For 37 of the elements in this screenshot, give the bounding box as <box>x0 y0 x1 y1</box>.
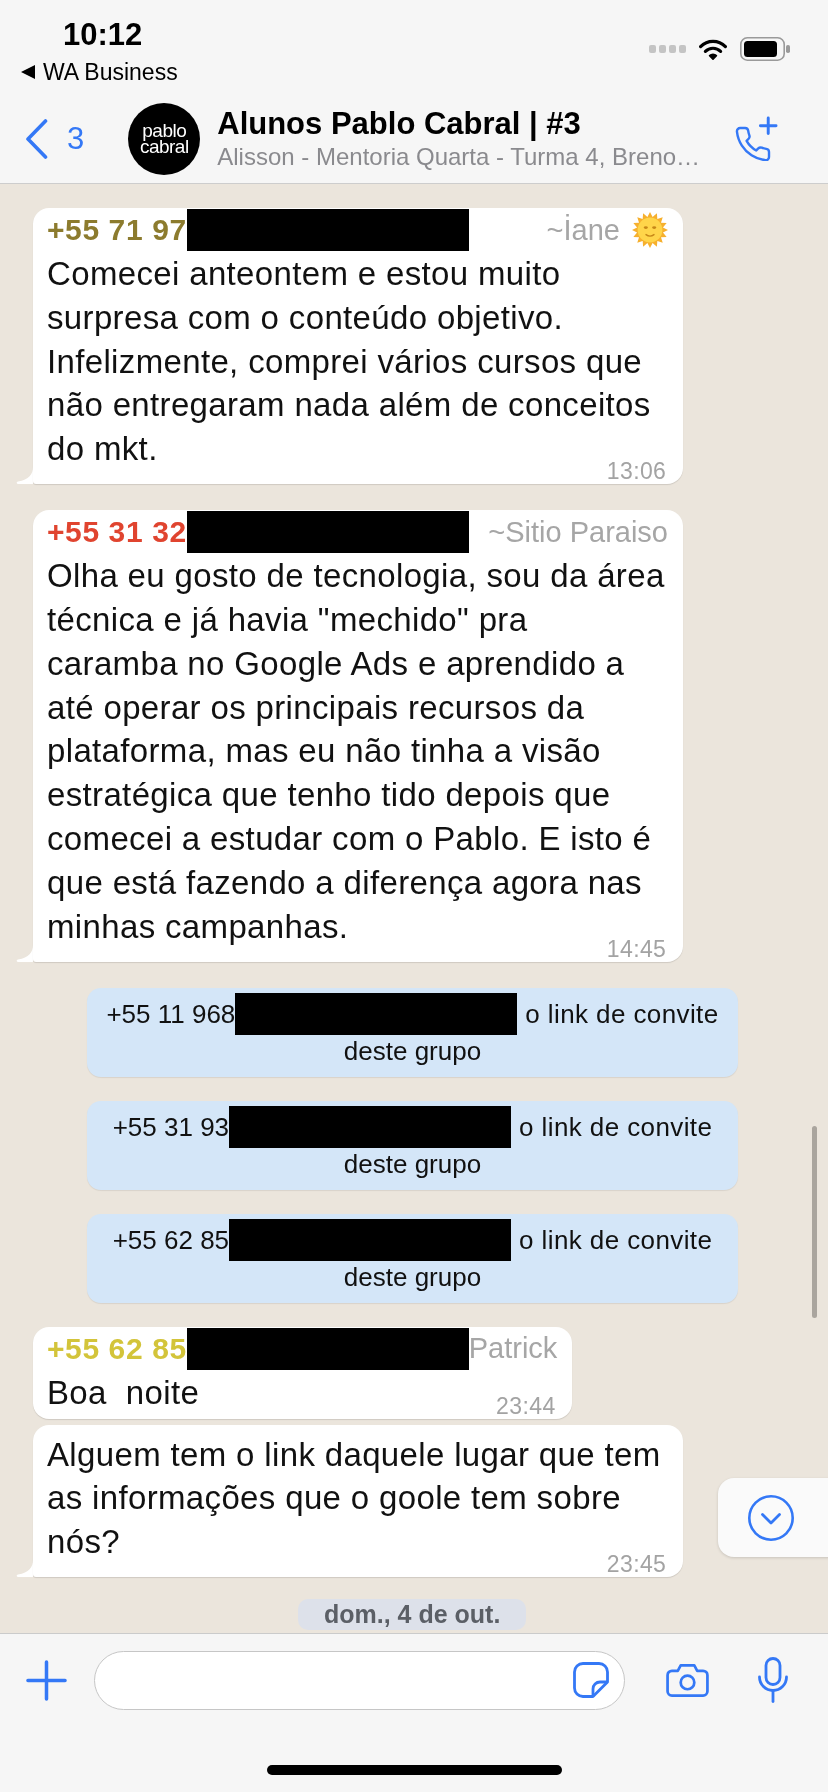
back-button[interactable]: 3 <box>25 118 85 159</box>
chevron-left-icon <box>25 118 48 159</box>
sender-name: ~Sitio Paraiso <box>488 515 668 549</box>
back-to-app-link[interactable]: WA Business <box>21 55 178 89</box>
sender-number: +55 31 32 <box>47 515 187 550</box>
message-text: Boa noite <box>47 1372 200 1411</box>
chat-subtitle: Alisson - Mentoria Quarta - Turma 4, Breno… <box>217 141 701 172</box>
sticker-icon[interactable] <box>573 1662 609 1698</box>
chat-title[interactable]: Alunos Pablo Cabral | #3 <box>217 105 581 142</box>
camera-icon[interactable] <box>666 1662 709 1698</box>
message-time: 23:44 <box>495 1394 556 1417</box>
system-message-text: o link de convite <box>519 1223 713 1256</box>
system-message-text: +55 62 85 <box>112 1223 230 1256</box>
system-message-text: o link de convite <box>525 997 719 1030</box>
system-message-text: +55 31 93 <box>112 1110 230 1143</box>
date-separator: dom., 4 de out. <box>298 1599 527 1631</box>
system-message-text: +55 11 968 <box>106 997 236 1030</box>
plus-icon[interactable] <box>26 1659 67 1701</box>
wifi-icon <box>699 38 727 60</box>
chevron-down-circle-icon <box>748 1494 794 1541</box>
system-message-text: deste grupo <box>343 1260 482 1293</box>
scroll-to-bottom-button[interactable] <box>718 1478 828 1557</box>
group-avatar[interactable]: pablo cabral <box>128 102 201 175</box>
system-message-text: deste grupo <box>343 1034 482 1067</box>
battery-icon <box>740 37 790 61</box>
microphone-icon[interactable] <box>757 1657 789 1703</box>
avatar-logo-text: pablo cabral <box>138 122 190 155</box>
system-message-text: o link de convite <box>519 1110 713 1143</box>
sender-name: ~İane <box>546 213 620 247</box>
phone-plus-icon[interactable] <box>735 116 778 161</box>
sender-name: Patrick <box>468 1332 558 1366</box>
back-triangle-icon <box>21 65 35 79</box>
sender-number: +55 71 97 <box>47 213 187 247</box>
sender-number: +55 62 85 <box>47 1331 187 1366</box>
signal-icon <box>649 45 686 53</box>
system-message-text: deste grupo <box>343 1147 482 1180</box>
status-time: 10:12 <box>63 16 143 54</box>
